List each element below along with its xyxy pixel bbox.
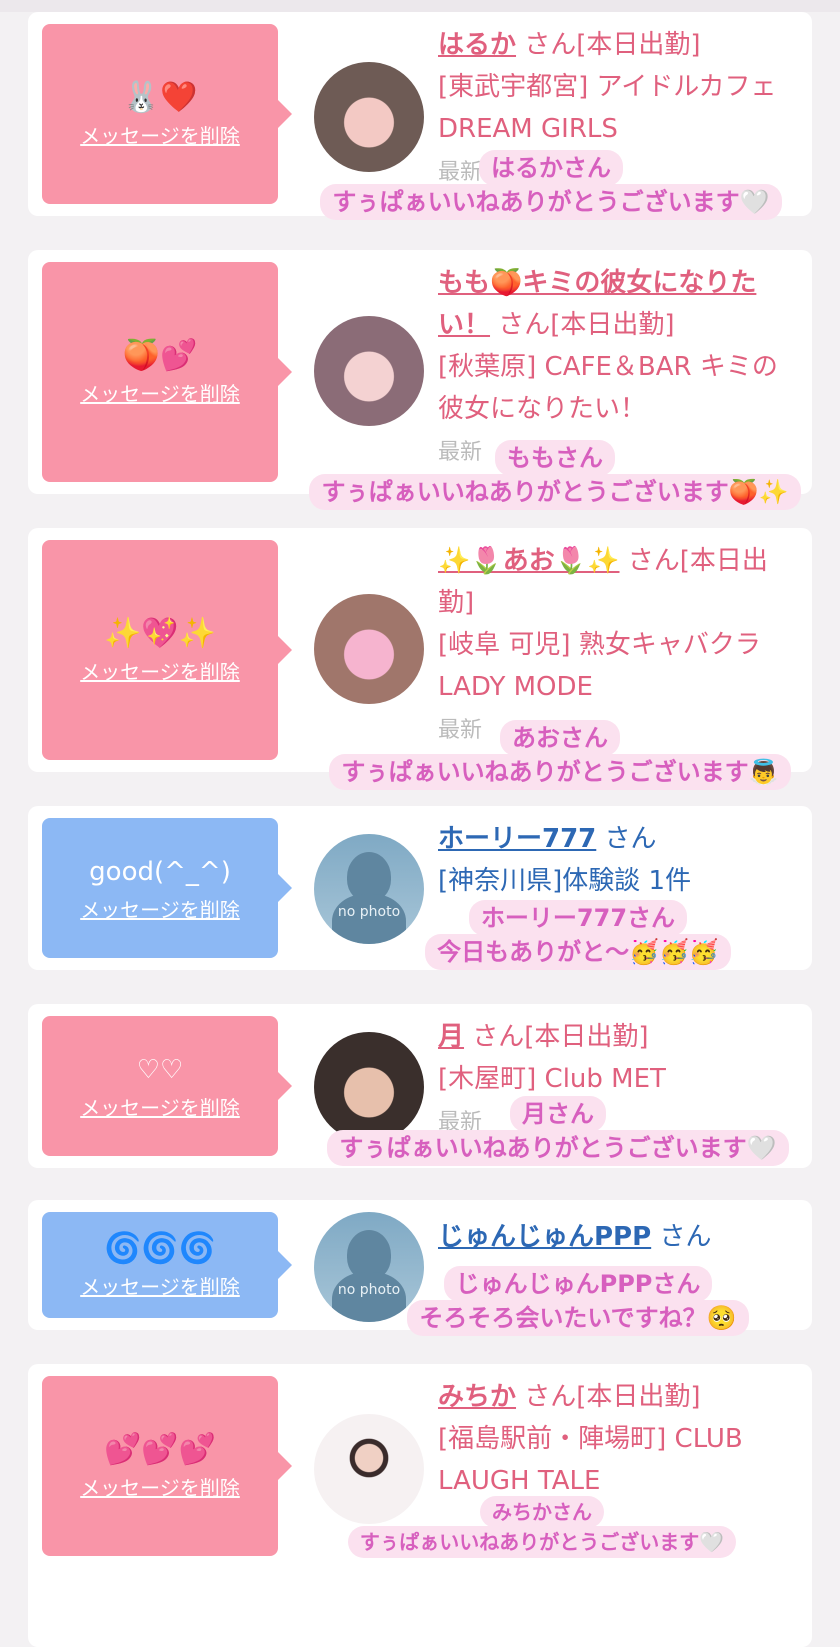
user-name-link[interactable]: 月 — [438, 1022, 464, 1052]
delete-message-link[interactable]: メッセージを削除 — [80, 656, 240, 685]
caption-text: すぅぱぁいいねありがとうございます🤍 — [347, 1526, 737, 1558]
honorific: さん[本日出勤] — [472, 1022, 649, 1052]
overlay-caption: ホーリー777さん 今日もありがと〜🥳🥳🥳 — [398, 900, 758, 970]
user-name-link[interactable]: はるか — [438, 30, 516, 60]
review-count: [神奈川県]体験談 1件 — [438, 866, 692, 896]
honorific: さん[本日出勤] — [524, 1382, 701, 1412]
message-bubble: 🌀🌀🌀 メッセージを削除 — [42, 1212, 292, 1318]
message-bubble: 💕💕💕 メッセージを削除 — [42, 1376, 292, 1556]
user-name-link[interactable]: ホーリー777 — [438, 824, 596, 854]
top-bar — [0, 0, 840, 12]
overlay-caption: ももさん すぅぱぁいいねありがとうございます🍑✨ — [278, 440, 832, 510]
user-name-link[interactable]: ✨🌷あお🌷✨ — [438, 546, 620, 576]
delete-message-link[interactable]: メッセージを削除 — [80, 894, 240, 923]
caption-name: ももさん — [495, 440, 615, 476]
caption-text: すぅぱぁいいねありがとうございます🤍 — [327, 1130, 789, 1166]
caption-text: すぅぱぁいいねありがとうございます🍑✨ — [309, 474, 801, 510]
overlay-caption: じゅんじゅんPPPさん そろそろ会いたいですね？🥺 — [378, 1266, 778, 1336]
user-name-link[interactable]: じゅんじゅんPPP — [438, 1222, 651, 1252]
shop-name: [福島駅前・陣場町] CLUB LAUGH TALE — [438, 1424, 743, 1496]
bubble-emoji: 🌀🌀🌀 — [103, 1230, 217, 1266]
message-bubble: ♡♡ メッセージを削除 — [42, 1016, 292, 1156]
user-avatar[interactable] — [314, 594, 424, 704]
user-info: じゅんじゅんPPP さん — [438, 1216, 798, 1258]
honorific: さん[本日出勤] — [498, 310, 675, 340]
bubble-text: good(^_^) — [89, 856, 231, 887]
overlay-caption: あおさん すぅぱぁいいねありがとうございます👼 — [296, 720, 824, 790]
honorific: さん — [604, 824, 657, 854]
overlay-caption: はるかさん すぅぱぁいいねありがとうございます🤍 — [305, 150, 797, 220]
shop-name: [岐阜 可児] 熟女キャバクラ LADY MODE — [438, 630, 761, 702]
bubble-emoji: 🍑💕 — [122, 337, 198, 373]
caption-text: すぅぱぁいいねありがとうございます🤍 — [320, 184, 782, 220]
overlay-caption: みちかさん すぅぱぁいいねありがとうございます🤍 — [322, 1496, 762, 1558]
shop-name: [秋葉原] CAFE＆BAR キミの彼女になりたい！ — [438, 352, 778, 424]
message-bubble: 🐰❤️ メッセージを削除 — [42, 24, 292, 204]
caption-name: ホーリー777さん — [468, 900, 688, 936]
bubble-emoji: 🐰❤️ — [122, 79, 198, 115]
delete-message-link[interactable]: メッセージを削除 — [80, 1092, 240, 1121]
honorific: さん — [659, 1222, 712, 1252]
message-bubble: good(^_^) メッセージを削除 — [42, 818, 292, 958]
delete-message-link[interactable]: メッセージを削除 — [80, 120, 240, 149]
caption-name: あおさん — [500, 720, 620, 756]
message-bubble: ✨💖✨ メッセージを削除 — [42, 540, 292, 760]
user-name-link[interactable]: みちか — [438, 1382, 516, 1412]
shop-name: [木屋町] Club MET — [438, 1064, 666, 1094]
overlay-caption: 月さん すぅぱぁいいねありがとうございます🤍 — [282, 1096, 834, 1166]
bubble-emoji: 💕💕💕 — [103, 1431, 217, 1467]
delete-message-link[interactable]: メッセージを削除 — [80, 1271, 240, 1300]
caption-text: そろそろ会いたいですね？🥺 — [407, 1300, 749, 1336]
honorific: さん[本日出勤] — [524, 30, 701, 60]
bubble-text: ♡♡ — [136, 1054, 184, 1085]
caption-text: すぅぱぁいいねありがとうございます👼 — [329, 754, 791, 790]
user-info: みちか さん[本日出勤] [福島駅前・陣場町] CLUB LAUGH TALE — [438, 1376, 798, 1502]
user-info: ホーリー777 さん [神奈川県]体験談 1件 — [438, 818, 798, 902]
caption-name: 月さん — [510, 1096, 606, 1132]
message-bubble: 🍑💕 メッセージを削除 — [42, 262, 292, 482]
delete-message-link[interactable]: メッセージを削除 — [80, 1472, 240, 1501]
delete-message-link[interactable]: メッセージを削除 — [80, 378, 240, 407]
caption-name: みちかさん — [480, 1496, 604, 1528]
caption-name: じゅんじゅんPPPさん — [443, 1266, 713, 1302]
caption-name: はるかさん — [479, 150, 623, 186]
caption-text: 今日もありがと〜🥳🥳🥳 — [425, 934, 731, 970]
bubble-emoji: ✨💖✨ — [103, 615, 217, 651]
shop-name: [東武宇都宮] アイドルカフェDREAM GIRLS — [438, 72, 777, 144]
user-avatar[interactable] — [314, 316, 424, 426]
